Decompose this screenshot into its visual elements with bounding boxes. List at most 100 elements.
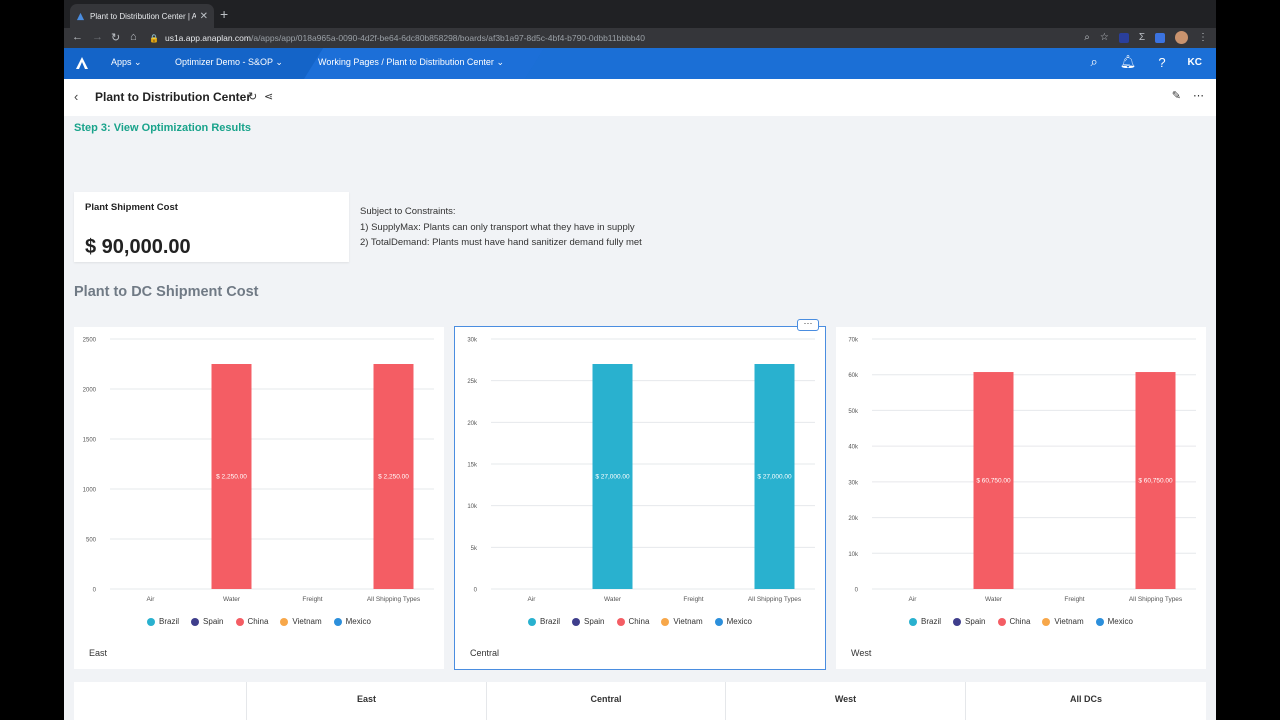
new-tab-icon[interactable]: + [220,6,228,22]
legend-item[interactable]: Brazil [528,617,560,626]
y-tick-label: 2000 [83,388,97,394]
x-tick-label: All Shipping Types [748,596,802,603]
y-tick-label: 60k [848,373,859,379]
url-host: us1a.app.anaplan.com [164,33,251,43]
legend-label: Mexico [726,617,752,626]
legend-label: Brazil [159,617,180,626]
extension-sigma-icon[interactable]: Σ [1139,32,1145,43]
back-arrow-icon[interactable]: ← [72,31,83,43]
y-tick-label: 5k [471,546,478,552]
legend-dot-icon [235,617,244,626]
bar-data-label: $ 27,000.00 [757,474,792,481]
more-options-icon[interactable]: ⋯ [1193,89,1204,102]
chart-card-east[interactable]: 0 500 1000 1500 2000 2500 Air $ 2,250.00 Water Fr… [74,327,444,669]
bar-data-label: $ 2,250.00 [216,474,247,481]
y-tick-label: 1500 [83,438,97,444]
address-bar[interactable]: 🔒 us1a.app.anaplan.com /a/apps/app/018a9… [149,30,1129,46]
y-tick-label: 15k [467,463,478,469]
legend-dot-icon [909,617,918,626]
anaplan-logo-icon[interactable] [74,55,90,71]
y-tick-label: 1000 [83,488,97,494]
browser-toolbar: ← → ↻ ⌂ 🔒 us1a.app.anaplan.com /a/apps/a… [64,28,1216,48]
legend-label: Mexico [345,617,371,626]
zoom-icon[interactable]: ⌕ [1084,32,1090,43]
home-icon[interactable]: ⌂ [130,31,137,43]
legend-item[interactable]: Spain [572,617,605,626]
breadcrumb-label: Working Pages / Plant to Distribution Ce… [318,57,494,67]
bell-icon[interactable]: 🔔︎ [1120,54,1137,70]
legend-label: Spain [584,617,605,626]
breadcrumb-menu[interactable]: Working Pages / Plant to Distribution Ce… [318,57,504,68]
x-tick-label: Freight [1064,596,1084,603]
x-tick-label: Air [909,596,918,603]
x-tick-label: Freight [683,596,703,603]
extension-icon[interactable] [1118,32,1129,43]
chart-legend: Brazil Spain China Vietnam Mexico [455,617,825,626]
zoom-extension-icon[interactable] [1155,32,1165,43]
browser-profile-avatar[interactable] [1175,31,1188,44]
user-avatar[interactable]: KC [1188,57,1202,68]
legend-dot-icon [714,617,723,626]
y-tick-label: 0 [855,588,859,594]
chart-legend: Brazil Spain China Vietnam Mexico [74,617,444,626]
legend-item[interactable]: China [616,617,650,626]
legend-label: China [628,617,650,626]
legend-item[interactable]: Vietnam [280,617,322,626]
legend-item[interactable]: China [235,617,268,626]
page-header: ‹ Plant to Distribution Center ↻ ⋖ ✎ ⋯ [64,79,1216,116]
results-grid: East Central West All DCs [74,682,1206,720]
browser-tab[interactable]: Plant to Distribution Center | A ✕ [70,4,214,28]
legend-item[interactable]: Vietnam [1042,617,1084,626]
legend-item[interactable]: Brazil [909,617,941,626]
legend-item[interactable]: Vietnam [661,617,703,626]
workspace-label: Optimizer Demo - S&OP [175,57,273,67]
refresh-icon[interactable]: ↻ [248,90,257,103]
y-tick-label: 70k [848,338,859,344]
browser-tab-title: Plant to Distribution Center | A [90,11,196,21]
legend-item[interactable]: Mexico [714,617,752,626]
legend-dot-icon [997,617,1006,626]
legend-dot-icon [333,617,342,626]
browser-menu-icon[interactable]: ⋮ [1198,32,1208,43]
legend-item[interactable]: China [997,617,1030,626]
legend-label: Vietnam [673,617,703,626]
close-tab-icon[interactable]: ✕ [200,11,208,22]
back-chevron-icon[interactable]: ‹ [74,89,78,104]
grid-header-all-dcs[interactable]: All DCs [965,682,1206,720]
chevron-down-icon: ⌄ [496,57,504,67]
y-tick-label: 25k [467,379,478,385]
y-tick-label: 0 [474,588,478,594]
grid-header-east[interactable]: East [246,682,486,720]
grid-header-west[interactable]: West [725,682,965,720]
west-bar-chart: 0 10k 20k 30k 40k 50k 60k 70k Air $ 60,750.00 Wate… [848,338,1196,603]
bookmark-star-icon[interactable]: ☆ [1100,32,1109,43]
edit-pencil-icon[interactable]: ✎ [1172,89,1181,102]
reload-icon[interactable]: ↻ [111,31,120,44]
grid-header-central[interactable]: Central [486,682,725,720]
y-tick-label: 10k [848,552,859,558]
share-icon[interactable]: ⋖ [264,90,273,103]
x-tick-label: Water [604,596,622,603]
legend-item[interactable]: Brazil [147,617,179,626]
x-tick-label: Freight [302,596,322,603]
legend-label: Brazil [921,617,942,626]
help-icon[interactable]: ? [1158,55,1165,70]
chart-card-west[interactable]: 0 10k 20k 30k 40k 50k 60k 70k Air $ 60,750.00 Wate… [836,327,1206,669]
search-icon[interactable]: ⌕ [1091,54,1098,70]
apps-menu[interactable]: Apps ⌄ [111,57,142,68]
workspace-menu[interactable]: Optimizer Demo - S&OP ⌄ [175,57,283,68]
legend-item[interactable]: Mexico [1095,617,1133,626]
x-tick-label: All Shipping Types [1129,596,1183,603]
bar-data-label: $ 60,750.00 [976,478,1011,485]
legend-item[interactable]: Spain [191,617,224,626]
legend-dot-icon [280,617,289,626]
section-title: Plant to DC Shipment Cost [74,284,259,300]
y-tick-label: 30k [467,338,478,344]
y-tick-label: 30k [848,480,859,486]
card-label-central: Central [470,648,500,658]
forward-arrow-icon[interactable]: → [92,31,103,43]
chart-card-central[interactable]: ··· 0 5k 10k 15k 20k 25k 30k Air $ 27,000.00 Wate… [454,319,826,670]
legend-item[interactable]: Spain [953,617,986,626]
legend-dot-icon [572,617,581,626]
legend-item[interactable]: Mexico [333,617,371,626]
